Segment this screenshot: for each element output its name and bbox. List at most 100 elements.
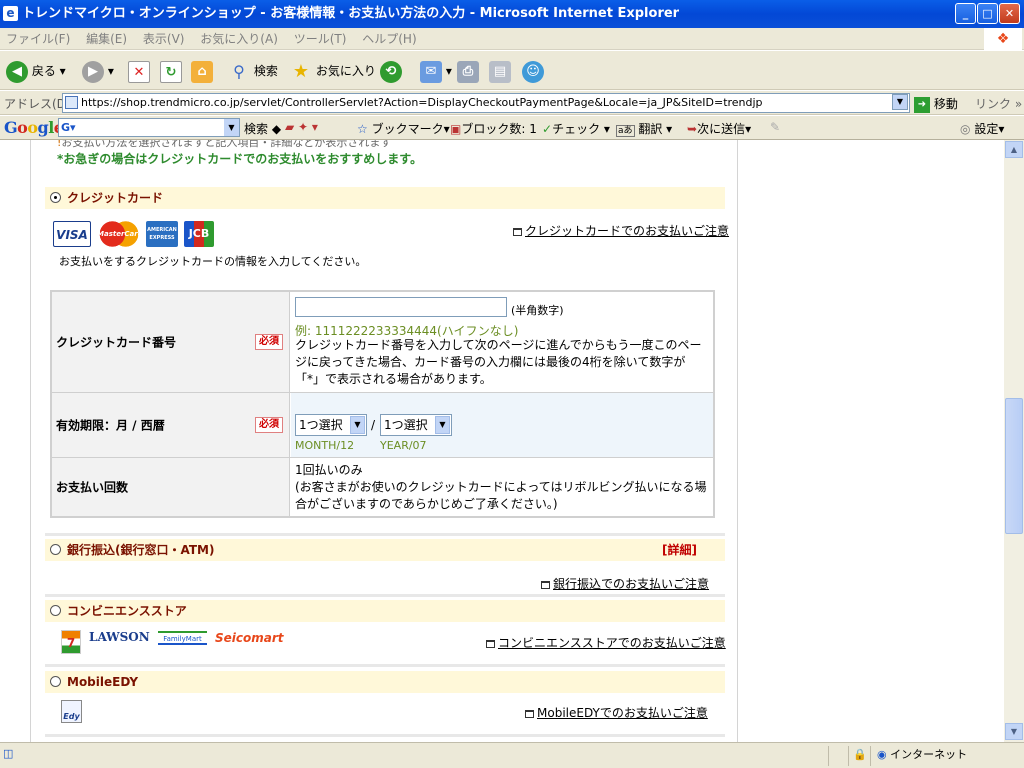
- back-button[interactable]: ◀ 戻る ▾: [6, 58, 66, 84]
- section-divider: [45, 594, 725, 597]
- messenger-icon: ☺: [522, 60, 544, 83]
- page-status-icon: ◫: [3, 747, 14, 760]
- settings-icon: ◎: [960, 122, 971, 136]
- print-icon: ⎙: [457, 60, 479, 83]
- vertical-scrollbar[interactable]: ▲ ▼: [1004, 140, 1024, 742]
- go-button[interactable]: ➜ 移動: [914, 95, 958, 113]
- refresh-icon: ↻: [160, 60, 182, 83]
- lock-icon: 🔒: [848, 746, 870, 766]
- address-dropdown-icon[interactable]: ▼: [892, 94, 908, 110]
- standard-toolbar: ◀ 戻る ▾ ▶ ▾ ✕ ↻ ⌂ ⚲ 検索 ★ お気に入り ⟲ ✉ ▾ ⎙ ▤ …: [0, 51, 1024, 90]
- stop-icon: ✕: [128, 60, 150, 83]
- card-number-hint: (半角数字): [511, 304, 564, 317]
- new-window-icon: [541, 580, 550, 589]
- familymart-logo: FamilyMart: [158, 631, 207, 645]
- window-title-bar: e トレンドマイクロ・オンラインショップ - お客様情報・お支払い方法の入力 -…: [0, 0, 1024, 28]
- scroll-down-icon[interactable]: ▼: [1005, 723, 1023, 740]
- google-dropdown-icon[interactable]: ▼: [224, 119, 239, 136]
- spellcheck-button[interactable]: ✓チェック ▾: [542, 120, 610, 137]
- edit-button[interactable]: ▤: [489, 58, 511, 84]
- menu-tools[interactable]: ツール(T): [294, 32, 347, 46]
- menu-view[interactable]: 表示(V): [143, 32, 185, 46]
- window-title: トレンドマイクロ・オンラインショップ - お客様情報・お支払い方法の入力 - M…: [22, 6, 680, 21]
- google-search-button[interactable]: 検索 ◆: [244, 120, 281, 137]
- expiry-row: 有効期限：月 / 西暦 必須 1つ選択 ▼ / 1つ選択 ▼ MONTH/12 …: [52, 393, 713, 458]
- search-button[interactable]: ⚲ 検索: [228, 58, 278, 84]
- popup-blocker-button[interactable]: ▣ブロック数: 1: [450, 120, 537, 137]
- menu-favorites[interactable]: お気に入り(A): [200, 32, 278, 46]
- google-search-input[interactable]: G▾ ▼: [58, 118, 240, 137]
- visa-logo: VISA: [53, 221, 91, 247]
- block-icon: ▣: [450, 122, 462, 136]
- scroll-thumb[interactable]: [1005, 398, 1023, 534]
- year-example: YEAR/07: [380, 439, 427, 452]
- favorites-button[interactable]: ★ お気に入り: [290, 58, 376, 84]
- status-bar: ◫ 🔒 ◉ インターネット: [0, 742, 1024, 768]
- address-input[interactable]: https://shop.trendmicro.co.jp/servlet/Co…: [62, 93, 910, 113]
- menu-file[interactable]: ファイル(F): [6, 32, 70, 46]
- edy-notice-link[interactable]: MobileEDYでのお支払いご注意: [525, 704, 708, 721]
- mobile-edy-radio[interactable]: [50, 676, 61, 687]
- bank-detail-link[interactable]: [詳細]: [662, 539, 697, 561]
- links-label[interactable]: リンク »: [975, 95, 1022, 112]
- mail-icon: ✉: [420, 60, 442, 83]
- top-note: !お支払い方法を選択されますと記入項目・詳細などが表示されます: [57, 140, 391, 150]
- convenience-notice-link[interactable]: コンビニエンスストアでのお支払いご注意: [486, 634, 726, 651]
- checkout-content: !お支払い方法を選択されますと記入項目・詳細などが表示されます *お急ぎの場合は…: [30, 140, 738, 742]
- credit-card-heading[interactable]: クレジットカード: [45, 187, 725, 209]
- expiry-year-select[interactable]: 1つ選択 ▼: [380, 414, 452, 436]
- google-logo: Google: [4, 118, 64, 137]
- print-button[interactable]: ⎙: [457, 58, 479, 84]
- section-divider: [45, 734, 725, 737]
- seicomart-logo: Seicomart: [215, 631, 284, 645]
- history-button[interactable]: ⟲: [380, 58, 402, 84]
- back-arrow-icon: ◀: [6, 60, 28, 83]
- windows-logo-icon: ❖: [984, 28, 1022, 50]
- new-window-icon: [525, 709, 534, 718]
- credit-card-notice-link[interactable]: クレジットカードでのお支払いご注意: [513, 222, 729, 239]
- required-badge: 必須: [255, 334, 283, 350]
- scroll-up-icon[interactable]: ▲: [1005, 141, 1023, 158]
- send-to-button[interactable]: ➥次に送信▾: [687, 120, 751, 137]
- home-button[interactable]: ⌂: [191, 58, 213, 84]
- card-number-input[interactable]: [295, 297, 507, 317]
- convenience-store-heading[interactable]: コンビニエンスストア: [45, 600, 725, 622]
- security-zone: ◉ インターネット: [870, 746, 1024, 766]
- highlight-icon[interactable]: ✎: [770, 120, 780, 134]
- refresh-button[interactable]: ↻: [160, 58, 182, 84]
- settings-button[interactable]: ◎ 設定▾: [960, 120, 1004, 137]
- menu-edit[interactable]: 編集(E): [86, 32, 127, 46]
- menu-bar: ファイル(F) 編集(E) 表示(V) お気に入り(A) ツール(T) ヘルプ(…: [0, 28, 1024, 50]
- mobile-edy-heading[interactable]: MobileEDY: [45, 671, 725, 693]
- translate-button[interactable]: aあ 翻訳 ▾: [616, 120, 672, 137]
- stop-button[interactable]: ✕: [128, 58, 150, 84]
- credit-card-radio[interactable]: [50, 192, 61, 203]
- convenience-store-radio[interactable]: [50, 605, 61, 616]
- bank-transfer-radio[interactable]: [50, 544, 61, 555]
- edit-icon: ▤: [489, 60, 511, 83]
- bookmarks-button[interactable]: ☆ ブックマーク▾: [357, 120, 450, 137]
- expiry-month-select[interactable]: 1つ選択 ▼: [295, 414, 367, 436]
- search-icon: ⚲: [228, 60, 250, 83]
- menu-help[interactable]: ヘルプ(H): [362, 32, 416, 46]
- page-viewport: !お支払い方法を選択されますと記入項目・詳細などが表示されます *お急ぎの場合は…: [0, 140, 1004, 742]
- history-icon: ⟲: [380, 60, 402, 83]
- minimize-button[interactable]: _: [955, 3, 976, 24]
- bank-notice-link[interactable]: 銀行振込でのお支払いご注意: [541, 575, 709, 592]
- bank-transfer-heading[interactable]: 銀行振込(銀行窓口・ATM) [詳細]: [45, 539, 725, 561]
- required-badge: 必須: [255, 417, 283, 433]
- maximize-button[interactable]: □: [977, 3, 998, 24]
- section-divider: [45, 664, 725, 667]
- close-button[interactable]: ✕: [999, 3, 1020, 24]
- messenger-button[interactable]: ☺: [522, 58, 544, 84]
- mail-button[interactable]: ✉ ▾: [420, 58, 452, 84]
- chevron-down-icon: ▼: [350, 416, 365, 434]
- edy-icon: Edy: [61, 700, 82, 723]
- expiry-label: 有効期限：月 / 西暦: [56, 418, 165, 433]
- forward-button[interactable]: ▶ ▾: [82, 58, 114, 84]
- forward-arrow-icon: ▶: [82, 60, 104, 83]
- home-icon: ⌂: [191, 60, 213, 83]
- chevron-down-icon: ▼: [435, 416, 450, 434]
- google-g-icon: G▾: [61, 121, 76, 134]
- installments-label: お支払い回数: [56, 480, 129, 495]
